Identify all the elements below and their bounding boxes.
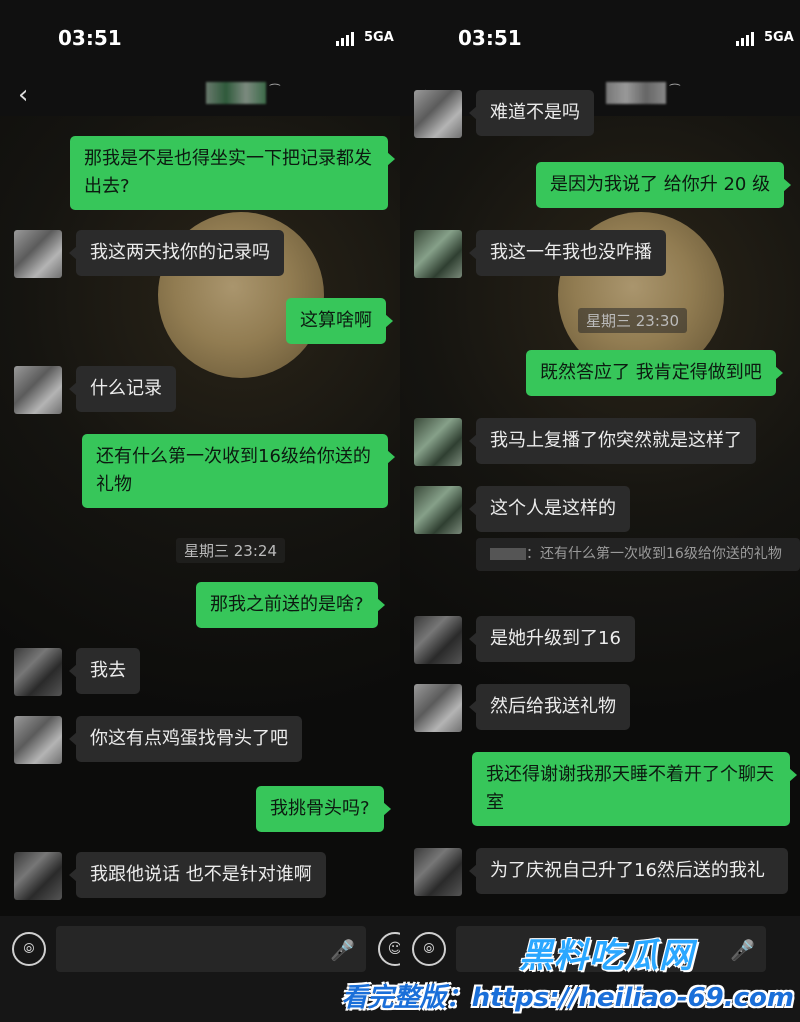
watermark-url: 看完整版：https://heiliao-69.com bbox=[341, 983, 794, 1013]
contact-avatar[interactable] bbox=[14, 648, 62, 696]
message-bubble-received[interactable]: 是她升级到了16 bbox=[469, 616, 635, 662]
chat-header: ‹ ⁀ bbox=[0, 76, 400, 116]
message-input[interactable] bbox=[56, 926, 366, 972]
quote-sender-blurred bbox=[490, 548, 526, 560]
message-bubble-received[interactable]: 我马上复播了你突然就是这样了 bbox=[469, 418, 756, 464]
message-bubble-received[interactable]: 然后给我送礼物 bbox=[469, 684, 630, 730]
message-bubble-received[interactable]: 我去 bbox=[69, 648, 140, 694]
contact-name-blurred bbox=[206, 82, 266, 104]
contact-avatar[interactable] bbox=[14, 366, 62, 414]
quote-text: ：还有什么第一次收到16级给你送的礼物 bbox=[526, 546, 782, 562]
signal-icon bbox=[336, 32, 356, 46]
message-list[interactable]: 那我是不是也得坐实一下把记录都发出去? 我这两天找你的记录吗 这算啥啊 什么记录… bbox=[0, 116, 400, 916]
message-bubble-sent[interactable]: 还有什么第一次收到16级给你送的礼物 bbox=[82, 434, 395, 508]
status-bar: 03:51 5GA bbox=[400, 0, 800, 76]
message-bubble-received[interactable]: 我跟他说话 也不是针对谁啊 bbox=[69, 852, 326, 898]
signal-icon bbox=[736, 32, 756, 46]
message-bubble-sent[interactable]: 是因为我说了 给你升 20 级 bbox=[536, 162, 792, 208]
message-bubble-received[interactable]: 什么记录 bbox=[69, 366, 176, 412]
quoted-message[interactable]: ：还有什么第一次收到16级给你送的礼物 bbox=[476, 538, 800, 571]
status-time: 03:51 bbox=[58, 26, 122, 50]
contact-avatar[interactable] bbox=[414, 90, 462, 138]
site-watermark: 黑料吃瓜网 看完整版：https://heiliao-69.com bbox=[342, 928, 794, 1014]
message-bubble-sent[interactable]: 这算啥啊 bbox=[286, 298, 393, 344]
contact-avatar[interactable] bbox=[414, 486, 462, 534]
ear-icon: ⁀ bbox=[670, 84, 680, 98]
network-label: 5GA bbox=[764, 30, 794, 45]
message-bubble-sent[interactable]: 那我之前送的是啥? bbox=[196, 582, 385, 628]
message-bubble-sent[interactable]: 既然答应了 我肯定得做到吧 bbox=[526, 350, 783, 396]
contact-avatar[interactable] bbox=[414, 616, 462, 664]
message-bubble-sent[interactable]: 那我是不是也得坐实一下把记录都发出去? bbox=[70, 136, 395, 210]
chat-panel-left: 03:51 5GA ‹ ⁀ 那我是不是也得坐实一下把记录都发出去? 我这两天找你… bbox=[0, 0, 400, 1022]
contact-name-blurred bbox=[606, 82, 666, 104]
ear-icon: ⁀ bbox=[270, 84, 280, 98]
message-bubble-sent[interactable]: 我还得谢谢我那天睡不着开了个聊天室 bbox=[472, 752, 797, 826]
contact-avatar[interactable] bbox=[414, 848, 462, 896]
watermark-title: 黑料吃瓜网 bbox=[519, 936, 694, 976]
contact-avatar[interactable] bbox=[14, 716, 62, 764]
back-chevron-icon[interactable]: ‹ bbox=[18, 82, 28, 108]
input-bar: ⦾ 🎤 ☺ bbox=[0, 916, 400, 1022]
message-bubble-received[interactable]: 这个人是这样的 bbox=[469, 486, 630, 532]
message-list[interactable]: 难道不是吗 是因为我说了 给你升 20 级 我这一年我也没咋播 星期三 23:3… bbox=[400, 90, 800, 916]
message-bubble-received[interactable]: 难道不是吗 bbox=[469, 90, 594, 136]
network-label: 5GA bbox=[364, 30, 394, 45]
timestamp: 星期三 23:24 bbox=[176, 538, 285, 563]
contact-avatar[interactable] bbox=[414, 418, 462, 466]
contact-avatar[interactable] bbox=[14, 230, 62, 278]
message-bubble-received[interactable]: 你这有点鸡蛋找骨头了吧 bbox=[69, 716, 302, 762]
voice-toggle-icon[interactable]: ⦾ bbox=[12, 932, 46, 966]
chat-panel-right: 03:51 5GA ‹ ⁀ 难道不是吗 是因为我说了 给你升 20 级 我这一年… bbox=[400, 0, 800, 1022]
status-time: 03:51 bbox=[458, 26, 522, 50]
contact-avatar[interactable] bbox=[414, 230, 462, 278]
timestamp: 星期三 23:30 bbox=[578, 308, 687, 333]
message-bubble-received[interactable]: 我这两天找你的记录吗 bbox=[69, 230, 284, 276]
contact-avatar[interactable] bbox=[14, 852, 62, 900]
contact-avatar[interactable] bbox=[414, 684, 462, 732]
message-bubble-received[interactable]: 为了庆祝自己升了16然后送的我礼 bbox=[469, 848, 788, 894]
message-bubble-sent[interactable]: 我挑骨头吗? bbox=[256, 786, 391, 832]
status-bar: 03:51 5GA bbox=[0, 0, 400, 76]
message-bubble-received[interactable]: 我这一年我也没咋播 bbox=[469, 230, 666, 276]
